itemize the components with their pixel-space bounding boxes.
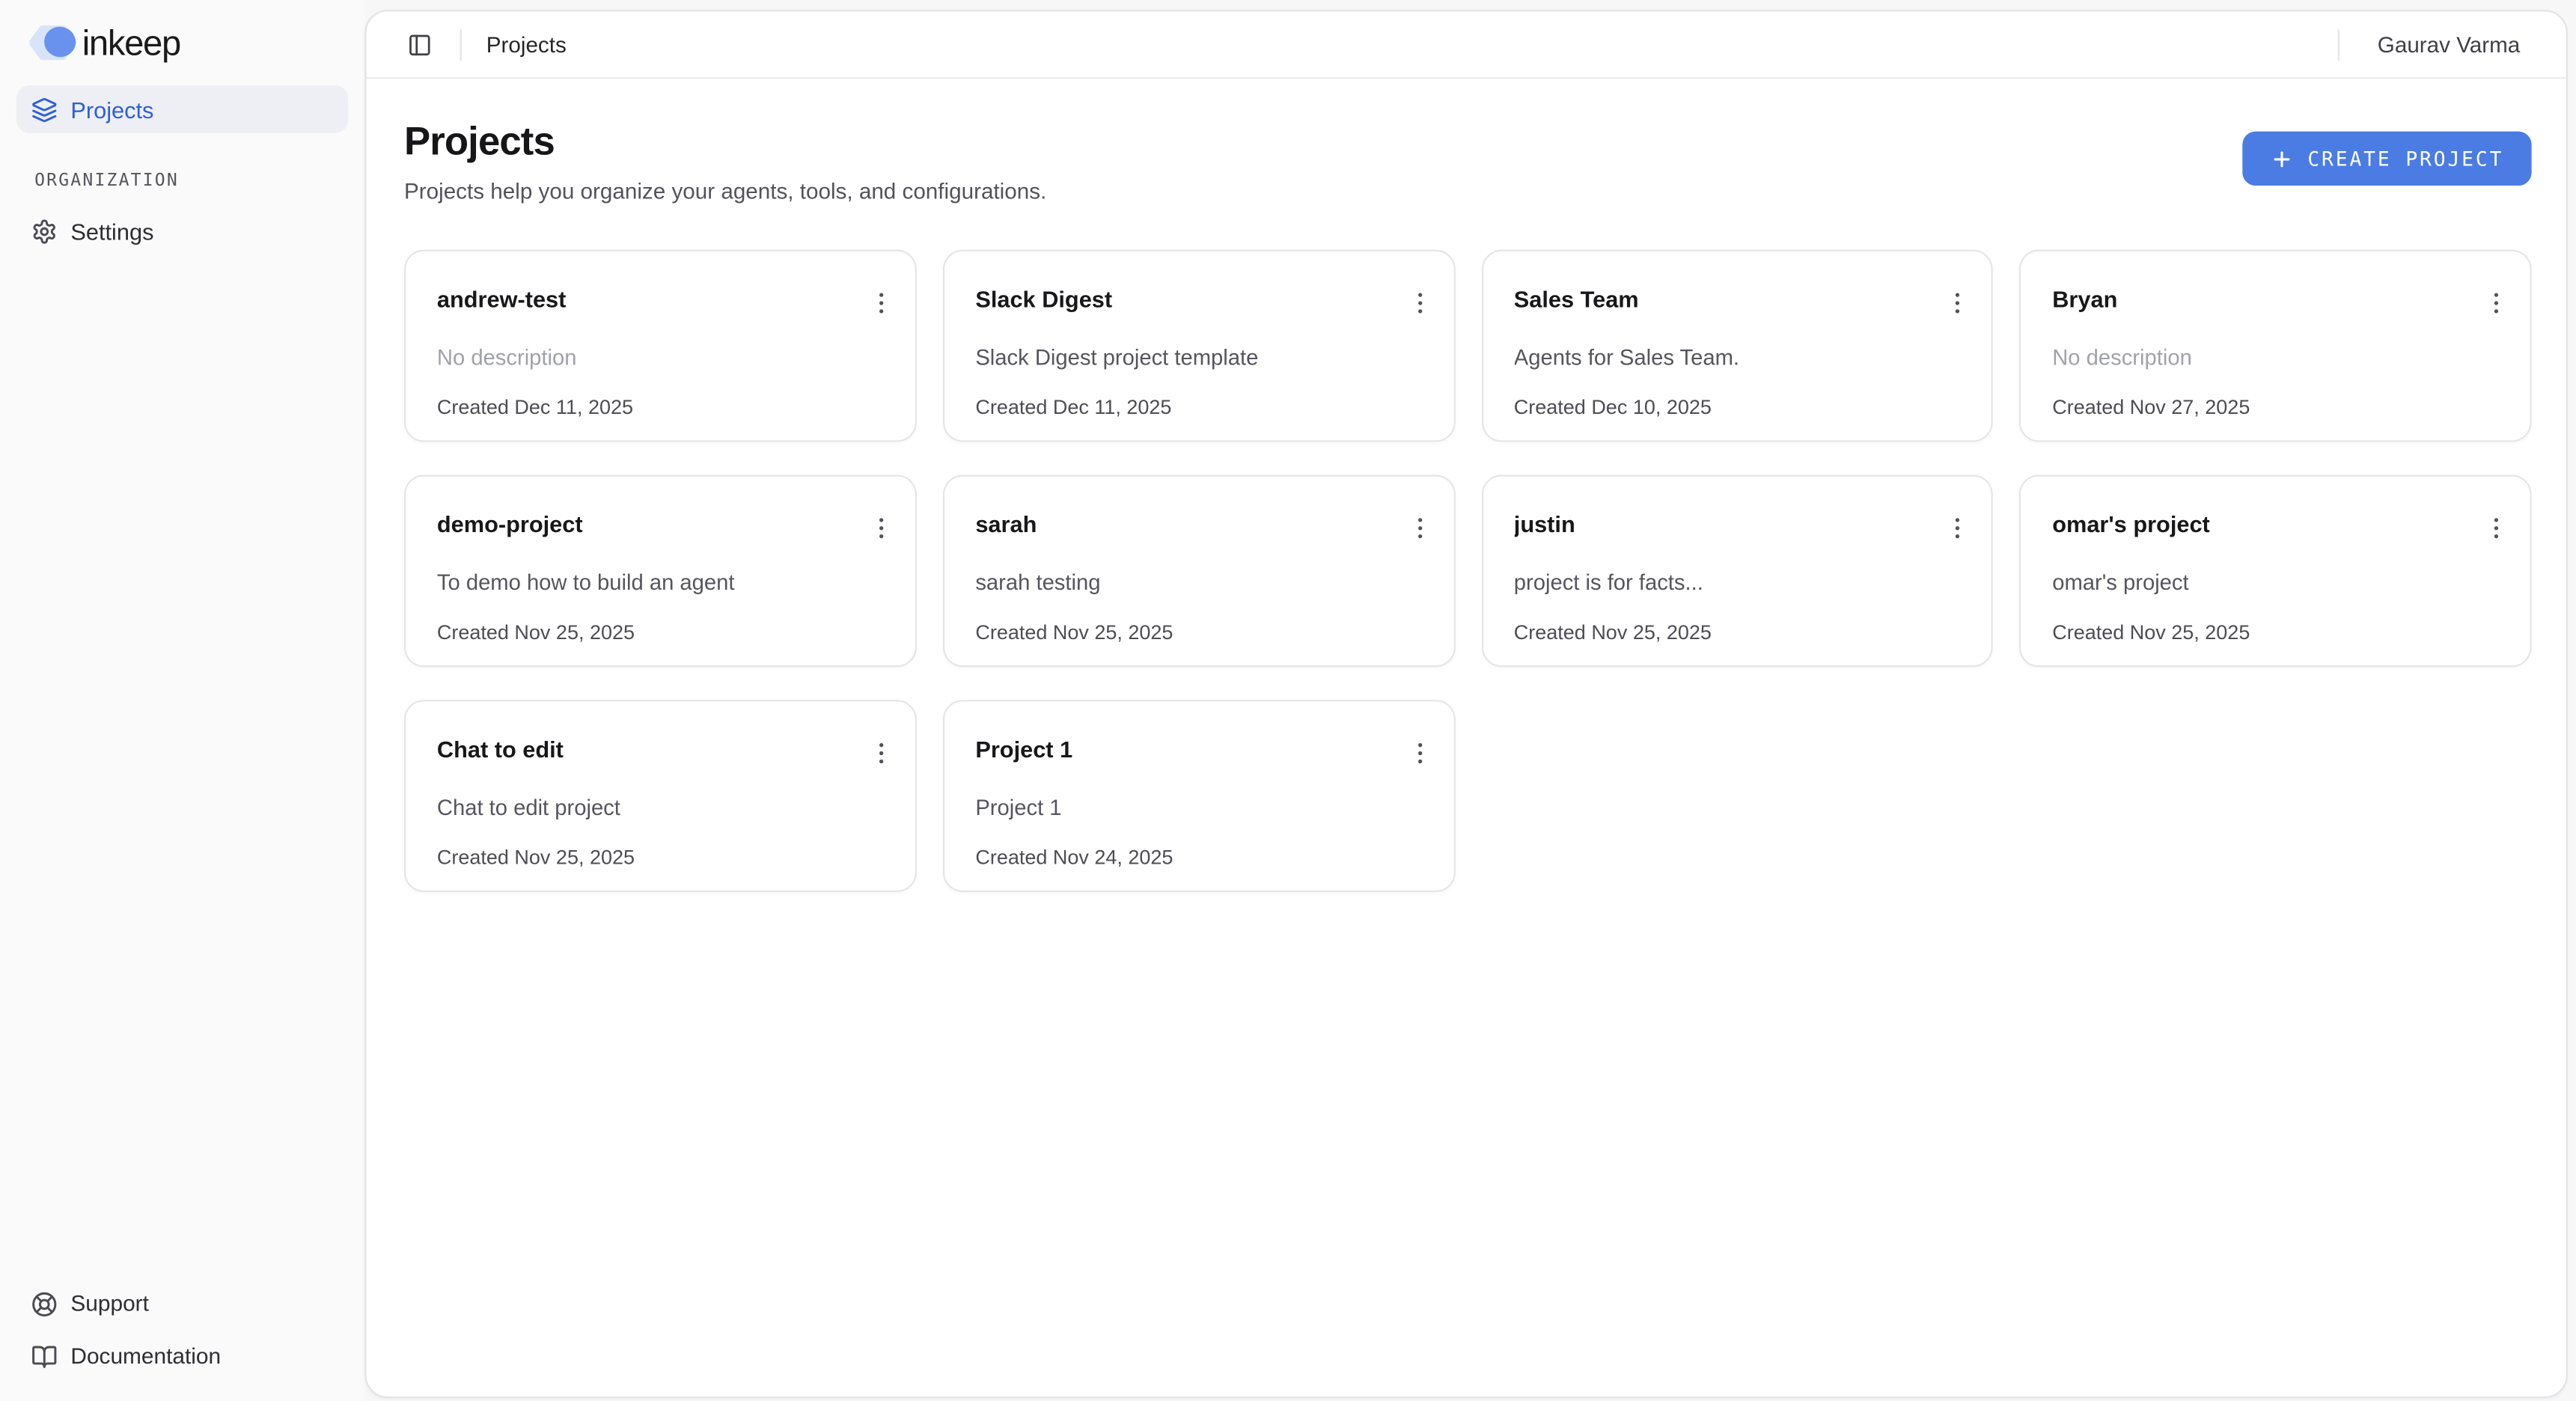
inkeep-wordmark: inkeep	[82, 24, 180, 64]
panel-left-icon	[407, 32, 432, 57]
sidebar-item-documentation[interactable]: Documentation	[16, 1332, 348, 1380]
project-created-date: Created Nov 25, 2025	[437, 621, 884, 644]
organization-section-label: ORGANIZATION	[34, 171, 348, 190]
project-created-date: Created Nov 24, 2025	[975, 846, 1422, 869]
kebab-icon	[1405, 289, 1433, 317]
project-name: Project 1	[975, 736, 1422, 763]
project-name: Slack Digest	[975, 286, 1422, 314]
project-description: Agents for Sales Team.	[1514, 344, 1961, 373]
sidebar-nav: Projects	[16, 85, 348, 133]
project-menu-button[interactable]	[1941, 511, 1975, 546]
kebab-icon	[2482, 289, 2510, 317]
life-buoy-icon	[31, 1290, 58, 1316]
layers-icon	[31, 96, 58, 122]
sidebar-item-label: Settings	[70, 218, 153, 244]
project-menu-button[interactable]	[1403, 736, 1437, 770]
page-subtitle: Projects help you organize your agents, …	[404, 177, 1046, 207]
project-card[interactable]: Sales Team Agents for Sales Team. Create…	[1481, 250, 1993, 442]
sidebar-toggle-button[interactable]	[407, 32, 432, 57]
breadcrumb: Projects	[486, 32, 567, 57]
project-name: sarah	[975, 511, 1422, 539]
project-description: To demo how to build an agent	[437, 569, 884, 599]
sidebar: inkeep Projects ORGANIZATION	[0, 0, 364, 1401]
gear-icon	[31, 218, 58, 244]
kebab-icon	[1944, 514, 1971, 542]
kebab-icon	[867, 514, 894, 542]
inkeep-logo-icon: inkeep	[30, 22, 207, 64]
kebab-icon	[1944, 289, 1971, 317]
book-open-icon	[31, 1343, 58, 1369]
project-card[interactable]: omar's project omar's project Created No…	[2019, 474, 2531, 667]
project-created-date: Created Dec 10, 2025	[1514, 396, 1961, 419]
project-card[interactable]: sarah sarah testing Created Nov 25, 2025	[942, 474, 1454, 667]
project-description: Chat to edit project	[437, 793, 884, 823]
project-card[interactable]: Chat to edit Chat to edit project Create…	[404, 700, 916, 892]
project-card[interactable]: Bryan No description Created Nov 27, 202…	[2019, 250, 2531, 442]
project-name: Sales Team	[1514, 286, 1961, 314]
project-created-date: Created Dec 11, 2025	[975, 396, 1422, 419]
project-description: No description	[437, 344, 884, 373]
topbar-right-divider	[2338, 28, 2340, 60]
sidebar-item-settings[interactable]: Settings	[16, 207, 348, 255]
content: Projects Projects help you organize your…	[367, 79, 2566, 892]
project-menu-button[interactable]	[864, 286, 898, 320]
project-created-date: Created Nov 25, 2025	[2052, 621, 2499, 644]
kebab-icon	[2482, 514, 2510, 542]
project-name: Bryan	[2052, 286, 2499, 314]
project-description: sarah testing	[975, 569, 1422, 599]
create-project-label: CREATE PROJECT	[2307, 147, 2503, 170]
project-description: omar's project	[2052, 569, 2499, 599]
project-card[interactable]: Slack Digest Slack Digest project templa…	[942, 250, 1454, 442]
project-created-date: Created Nov 25, 2025	[1514, 621, 1961, 644]
content-header: Projects Projects help you organize your…	[404, 118, 2532, 207]
page-title: Projects	[404, 118, 1046, 166]
topbar-divider	[460, 28, 462, 60]
app-root: inkeep Projects ORGANIZATION	[0, 0, 2576, 1401]
user-menu-button[interactable]: Gaurav Varma	[2378, 32, 2520, 57]
sidebar-item-label: Support	[70, 1291, 149, 1316]
kebab-icon	[1405, 739, 1433, 767]
projects-grid: andrew-test No description Created Dec 1…	[404, 250, 2532, 892]
sidebar-item-support[interactable]: Support	[16, 1280, 348, 1328]
project-name: justin	[1514, 511, 1961, 539]
kebab-icon	[867, 289, 894, 317]
project-menu-button[interactable]	[864, 736, 898, 770]
project-menu-button[interactable]	[1403, 286, 1437, 320]
project-created-date: Created Nov 25, 2025	[975, 621, 1422, 644]
project-created-date: Created Nov 27, 2025	[2052, 396, 2499, 419]
sidebar-item-label: Documentation	[70, 1344, 221, 1369]
project-card[interactable]: demo-project To demo how to build an age…	[404, 474, 916, 667]
project-description: Project 1	[975, 793, 1422, 823]
project-card[interactable]: justin project is for facts... Created N…	[1481, 474, 1993, 667]
topbar: Projects Gaurav Varma	[367, 11, 2566, 79]
project-menu-button[interactable]	[864, 511, 898, 546]
project-menu-button[interactable]	[2479, 286, 2513, 320]
organization-section: Settings	[16, 207, 348, 255]
project-menu-button[interactable]	[1403, 511, 1437, 546]
main-panel: Projects Gaurav Varma Projects Projects …	[364, 10, 2568, 1398]
inkeep-logo[interactable]: inkeep	[30, 22, 349, 64]
project-description: project is for facts...	[1514, 569, 1961, 599]
project-description: Slack Digest project template	[975, 344, 1422, 373]
project-card[interactable]: Project 1 Project 1 Created Nov 24, 2025	[942, 700, 1454, 892]
project-name: omar's project	[2052, 511, 2499, 539]
sidebar-footer: Support Documentation	[16, 1280, 348, 1388]
sidebar-item-label: Projects	[70, 96, 153, 122]
project-description: No description	[2052, 344, 2499, 373]
project-name: demo-project	[437, 511, 884, 539]
kebab-icon	[1405, 514, 1433, 542]
project-menu-button[interactable]	[2479, 511, 2513, 546]
project-created-date: Created Nov 25, 2025	[437, 846, 884, 869]
project-created-date: Created Dec 11, 2025	[437, 396, 884, 419]
project-name: andrew-test	[437, 286, 884, 314]
create-project-button[interactable]: CREATE PROJECT	[2242, 132, 2532, 186]
plus-icon	[2270, 147, 2293, 170]
sidebar-item-projects[interactable]: Projects	[16, 85, 348, 133]
project-menu-button[interactable]	[1941, 286, 1975, 320]
project-name: Chat to edit	[437, 736, 884, 763]
kebab-icon	[867, 739, 894, 767]
project-card[interactable]: andrew-test No description Created Dec 1…	[404, 250, 916, 442]
